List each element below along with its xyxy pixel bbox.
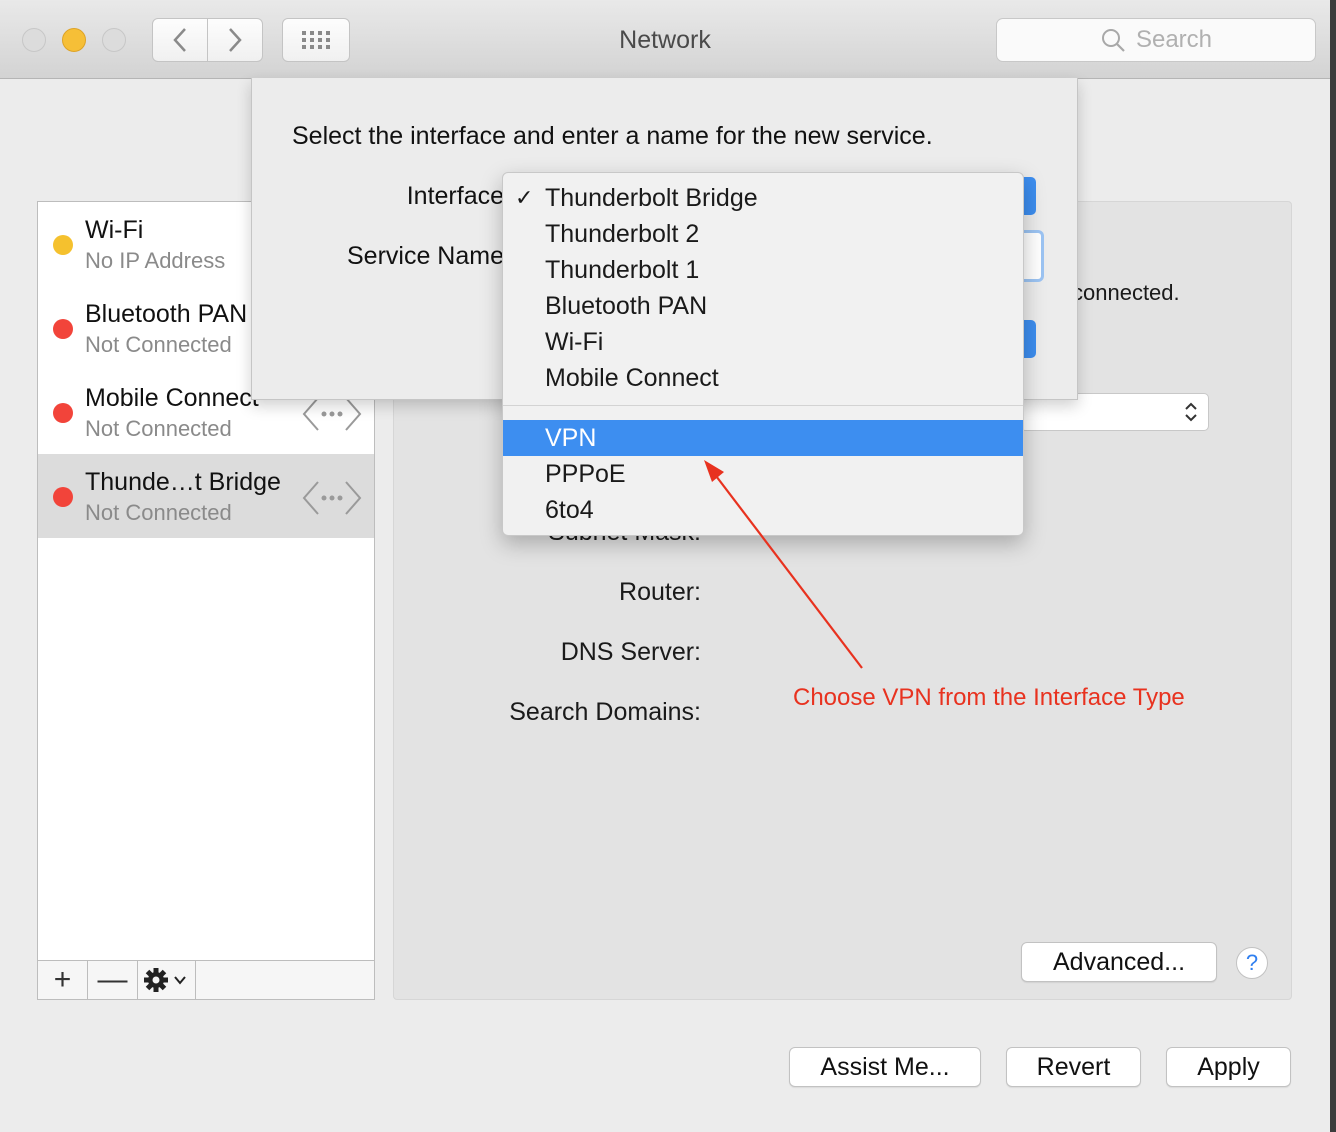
checkmark-icon: ✓ <box>515 185 534 210</box>
ethernet-arrows-icon <box>302 397 362 431</box>
search-field[interactable]: Search <box>996 18 1316 62</box>
service-status: No IP Address <box>85 248 226 273</box>
annotation-text: Choose VPN from the Interface Type <box>793 684 1185 711</box>
menu-item-label: Bluetooth PAN <box>545 292 708 320</box>
dns-server-label: DNS Server: <box>560 638 701 666</box>
interface-label: Interface <box>406 182 504 210</box>
sheet-prompt: Select the interface and enter a name fo… <box>292 122 933 150</box>
add-service-button[interactable]: + <box>38 961 88 999</box>
search-domains-label: Search Domains: <box>509 698 701 726</box>
menu-item-thunderbolt-2[interactable]: Thunderbolt 2 <box>503 216 1023 252</box>
window-edge <box>1330 0 1336 1132</box>
revert-button[interactable]: Revert <box>1006 1047 1141 1087</box>
gear-icon <box>143 968 186 992</box>
chevron-down-icon <box>173 976 186 985</box>
service-status: Not Connected <box>85 416 232 441</box>
menu-item-label: Thunderbolt 2 <box>545 220 700 248</box>
service-status: Not Connected <box>85 332 232 357</box>
service-name-label: Service Name <box>347 242 504 270</box>
status-dot-red <box>53 403 73 423</box>
search-icon <box>1101 29 1125 52</box>
menu-item-bluetooth-pan[interactable]: Bluetooth PAN <box>503 288 1023 324</box>
service-name: Thunde…t Bridge <box>85 468 281 496</box>
remove-service-button[interactable]: — <box>88 961 138 999</box>
menu-separator <box>503 405 1023 406</box>
search-placeholder: Search <box>1135 26 1213 53</box>
menu-item-wifi[interactable]: Wi-Fi <box>503 324 1023 360</box>
service-name: Mobile Connect <box>85 384 259 412</box>
menu-item-label: Thunderbolt Bridge <box>545 184 758 212</box>
menu-item-label: Thunderbolt 1 <box>545 256 700 284</box>
menu-item-label: VPN <box>545 424 597 452</box>
menu-item-mobile-connect[interactable]: Mobile Connect <box>503 360 1023 396</box>
menu-item-thunderbolt-bridge[interactable]: ✓ Thunderbolt Bridge <box>503 180 1023 216</box>
menu-item-thunderbolt-1[interactable]: Thunderbolt 1 <box>503 252 1023 288</box>
advanced-button[interactable]: Advanced... <box>1021 942 1217 982</box>
status-dot-red <box>53 319 73 339</box>
service-name: Wi-Fi <box>85 216 144 244</box>
menu-item-label: Wi-Fi <box>545 328 604 356</box>
status-dot-red <box>53 487 73 507</box>
menu-item-label: 6to4 <box>545 496 594 524</box>
annotation-arrow-icon <box>704 460 863 669</box>
router-label: Router: <box>619 578 701 606</box>
service-item-thunderbolt-bridge[interactable]: Thunde…t Bridge Not Connected <box>38 454 374 538</box>
action-menu-button[interactable] <box>138 961 196 999</box>
assist-me-button[interactable]: Assist Me... <box>789 1047 981 1087</box>
status-dot-yellow <box>53 235 73 255</box>
status-text: connected. <box>1072 280 1180 305</box>
help-button[interactable]: ? <box>1236 947 1268 979</box>
ethernet-arrows-icon <box>302 481 362 515</box>
menu-item-label: PPPoE <box>545 460 626 488</box>
menu-item-label: Mobile Connect <box>545 364 719 392</box>
updown-chevron-icon <box>1185 402 1197 422</box>
service-status: Not Connected <box>85 500 232 525</box>
apply-button[interactable]: Apply <box>1166 1047 1291 1087</box>
service-list-toolbar: + — <box>37 960 375 1000</box>
